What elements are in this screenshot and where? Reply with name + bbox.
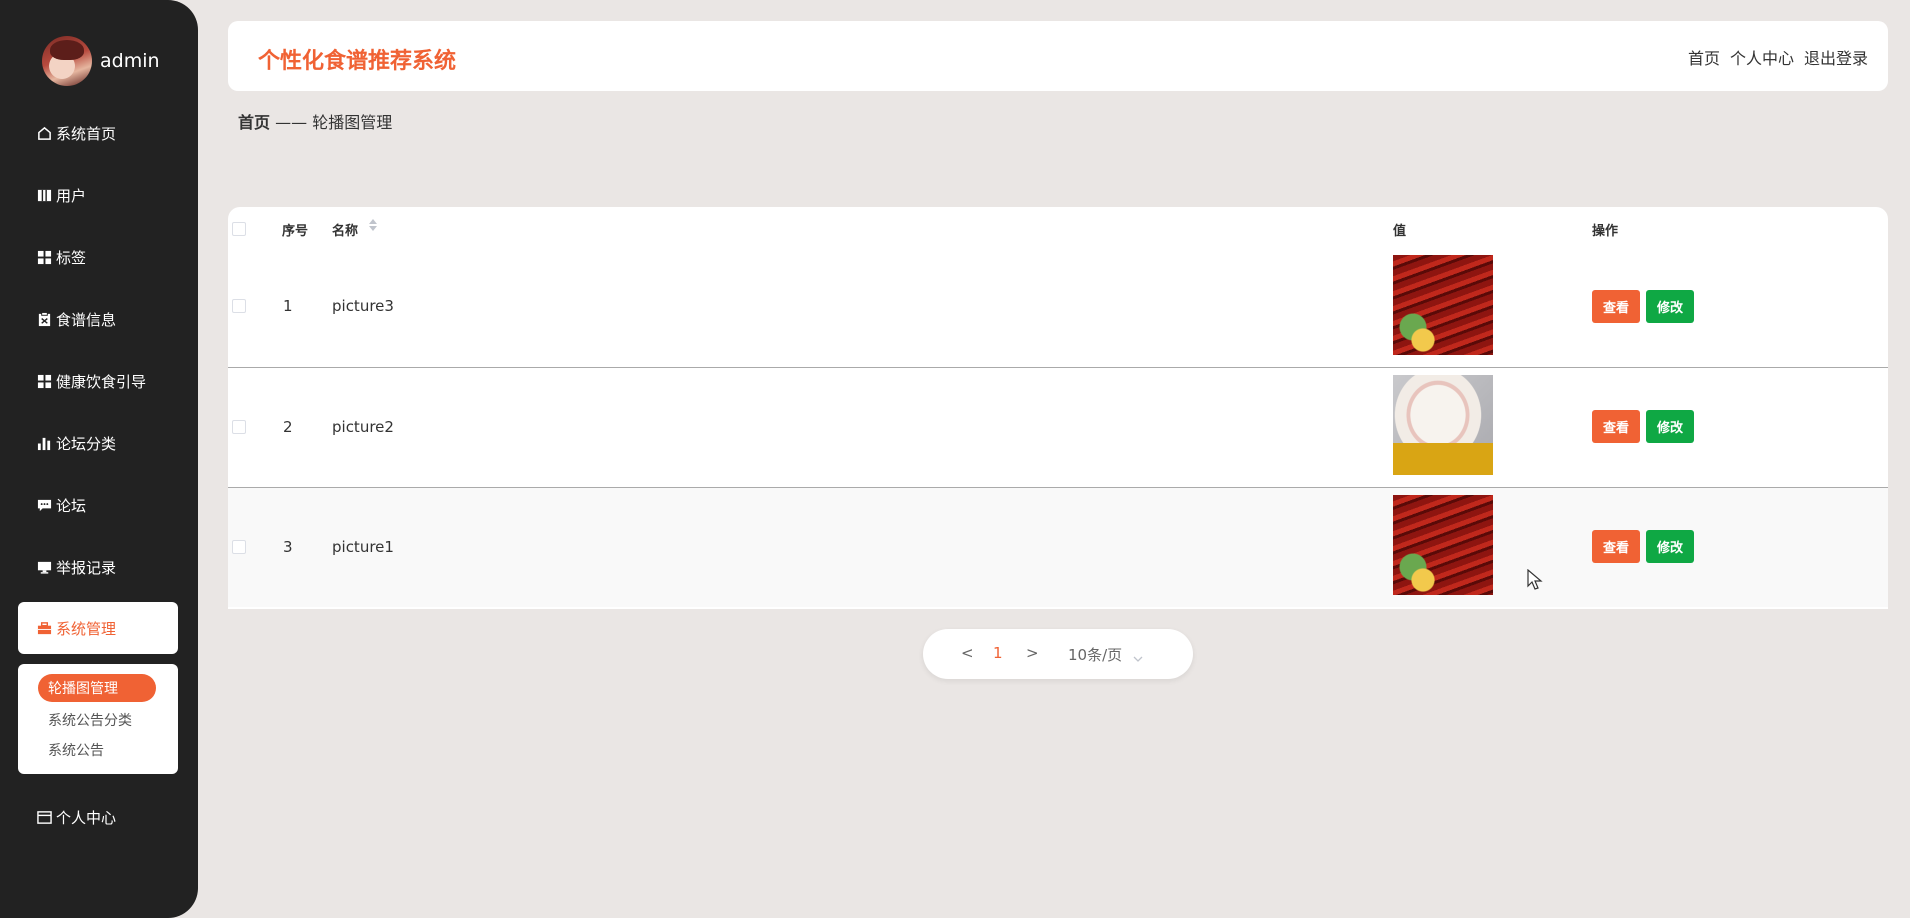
pagination: < 1 > 10条/页 (923, 629, 1193, 679)
row-image[interactable] (1393, 375, 1493, 475)
next-page-button[interactable]: > (1026, 644, 1039, 662)
header-links: 首页 个人中心 退出登录 (1688, 45, 1868, 69)
submenu-item-notice[interactable]: 系统公告 (48, 740, 104, 760)
table-row: 2 picture2 查看 修改 (228, 367, 1888, 487)
username: admin (100, 50, 160, 72)
sidebar-item-label: 论坛 (56, 496, 87, 515)
sidebar-item-recipes[interactable]: 食谱信息 (36, 307, 116, 331)
view-button[interactable]: 查看 (1592, 530, 1640, 563)
row-index: 2 (283, 418, 293, 436)
book-icon (36, 187, 52, 203)
page-size-select[interactable]: 10条/页 (1068, 644, 1122, 665)
row-index: 3 (283, 538, 293, 556)
table-header: 序号 名称 值 操作 (228, 207, 1888, 247)
sidebar: admin 系统首页 用户 标签 食谱信息 健康饮食引导 论坛分类 论坛 举报记… (0, 0, 198, 918)
header-link-profile[interactable]: 个人中心 (1730, 45, 1794, 69)
row-image[interactable] (1393, 255, 1493, 355)
sidebar-item-label: 个人中心 (56, 808, 117, 827)
page-number[interactable]: 1 (993, 644, 1003, 662)
submenu-item-notice-category[interactable]: 系统公告分类 (48, 710, 132, 730)
sidebar-item-label: 标签 (56, 248, 87, 267)
sidebar-item-label: 举报记录 (56, 558, 117, 577)
chat-icon (36, 497, 52, 513)
sidebar-item-healthy-diet[interactable]: 健康饮食引导 (36, 369, 146, 393)
submenu: 轮播图管理 系统公告分类 系统公告 (18, 664, 178, 774)
clipboard-icon (36, 311, 52, 327)
edit-button[interactable]: 修改 (1646, 530, 1694, 563)
chevron-down-icon[interactable] (1133, 649, 1143, 667)
breadcrumb: 首页 —— 轮播图管理 (238, 109, 392, 133)
table-row: 3 picture1 查看 修改 (228, 487, 1888, 607)
grid-icon (36, 373, 52, 389)
grid-icon (36, 249, 52, 265)
breadcrumb-separator: —— (275, 113, 308, 132)
avatar (42, 36, 92, 86)
submenu-item-carousel[interactable]: 轮播图管理 (38, 674, 156, 702)
table-row: 1 picture3 查看 修改 (228, 247, 1888, 367)
briefcase-icon (36, 620, 52, 636)
row-checkbox[interactable] (232, 540, 246, 554)
monitor-icon (36, 559, 52, 575)
row-checkbox[interactable] (232, 299, 246, 313)
column-header-index: 序号 (282, 224, 309, 239)
header-link-home[interactable]: 首页 (1688, 45, 1720, 69)
sidebar-item-system-management[interactable]: 系统管理 (18, 602, 178, 654)
home-icon (36, 125, 52, 141)
sidebar-item-tags[interactable]: 标签 (36, 245, 86, 269)
column-header-value: 值 (1393, 224, 1407, 239)
edit-button[interactable]: 修改 (1646, 290, 1694, 323)
view-button[interactable]: 查看 (1592, 290, 1640, 323)
sidebar-item-reports[interactable]: 举报记录 (36, 555, 116, 579)
row-index: 1 (283, 297, 293, 315)
user-info[interactable]: admin (42, 35, 160, 87)
prev-page-button[interactable]: < (961, 644, 974, 662)
app-title: 个性化食谱推荐系统 (258, 49, 457, 74)
row-name: picture1 (332, 538, 394, 556)
view-button[interactable]: 查看 (1592, 410, 1640, 443)
header-link-logout[interactable]: 退出登录 (1804, 45, 1868, 69)
sort-icon[interactable] (368, 218, 378, 236)
sidebar-item-label: 论坛分类 (56, 434, 117, 453)
sidebar-item-label: 用户 (56, 186, 87, 205)
sidebar-item-forum-category[interactable]: 论坛分类 (36, 431, 116, 455)
bar-chart-icon (36, 435, 52, 451)
sidebar-item-forum[interactable]: 论坛 (36, 493, 86, 517)
column-header-actions: 操作 (1592, 224, 1619, 239)
sidebar-item-profile[interactable]: 个人中心 (36, 805, 116, 829)
data-table: 序号 名称 值 操作 1 picture3 查看 修改 2 picture2 查… (228, 207, 1888, 609)
row-checkbox[interactable] (232, 420, 246, 434)
breadcrumb-current: 轮播图管理 (312, 113, 393, 132)
sidebar-item-label: 系统首页 (56, 124, 117, 143)
row-image[interactable] (1393, 495, 1493, 595)
select-all-checkbox[interactable] (232, 222, 246, 236)
breadcrumb-home[interactable]: 首页 (238, 113, 270, 132)
sidebar-item-home[interactable]: 系统首页 (36, 121, 116, 145)
row-name: picture3 (332, 297, 394, 315)
sidebar-item-label: 食谱信息 (56, 310, 117, 329)
sidebar-item-label: 健康饮食引导 (56, 372, 147, 391)
sidebar-item-label: 系统管理 (56, 619, 117, 638)
edit-button[interactable]: 修改 (1646, 410, 1694, 443)
column-header-name[interactable]: 名称 (332, 220, 358, 239)
sidebar-item-users[interactable]: 用户 (36, 183, 86, 207)
row-name: picture2 (332, 418, 394, 436)
card-icon (36, 809, 52, 825)
top-header: 个性化食谱推荐系统 首页 个人中心 退出登录 (228, 21, 1888, 91)
